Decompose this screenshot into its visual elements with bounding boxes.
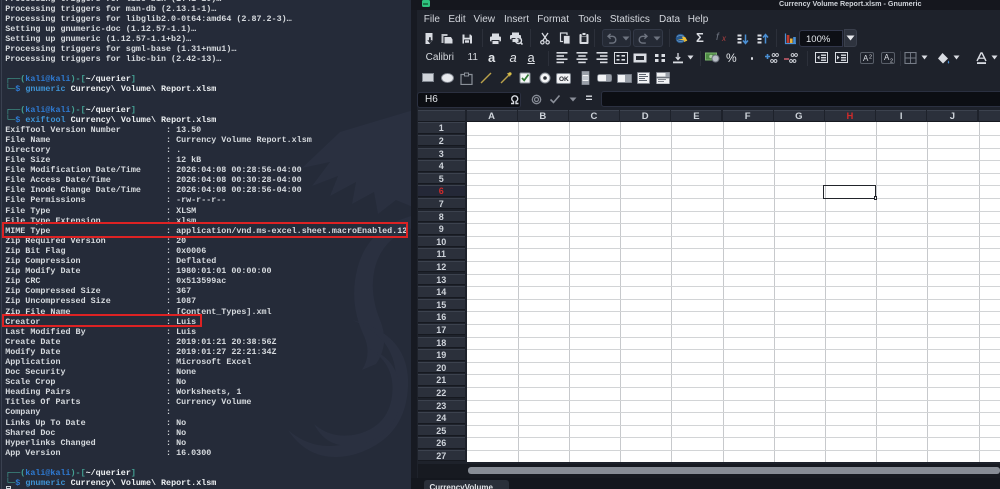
svg-text:2: 2: [890, 58, 893, 64]
svg-text:2: 2: [869, 54, 872, 60]
svg-text:OK: OK: [559, 76, 569, 83]
